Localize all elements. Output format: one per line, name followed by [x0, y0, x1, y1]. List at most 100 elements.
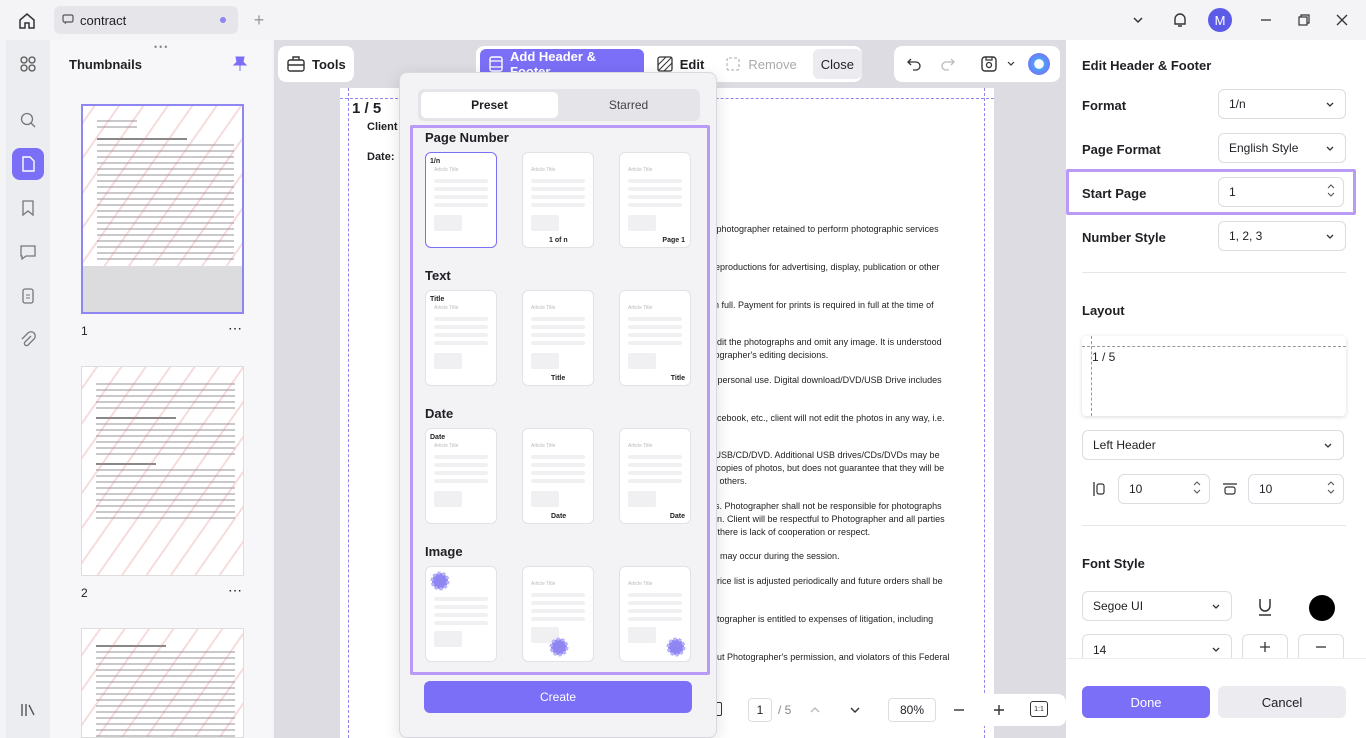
doc-text-line: edit the photographs and omit any image.…: [712, 337, 942, 347]
doc-text-line: on. Client will be respectful to Photogr…: [712, 514, 945, 524]
font-size-dropdown[interactable]: 14: [1082, 634, 1232, 658]
stepper-arrows-icon[interactable]: [1327, 183, 1335, 198]
doc-text-line: acebook, etc., client will not edit the …: [712, 413, 945, 423]
actions-toolbar: [894, 46, 1060, 82]
thumbnails-panel: ••• Thumbnails 1 ⋯ 2 ⋯: [50, 40, 272, 738]
doc-text-line: r personal use. Digital download/DVD/USB…: [712, 375, 942, 385]
apps-grid-icon[interactable]: [12, 48, 44, 80]
previous-page-icon[interactable]: [808, 703, 822, 717]
doc-text-line: reproductions for advertising, display, …: [712, 262, 940, 272]
avatar[interactable]: M: [1208, 8, 1232, 32]
preset-card-1-of-n[interactable]: Article Title 1 of n: [522, 152, 594, 248]
page-thumbnail[interactable]: [81, 366, 244, 576]
more-options-icon[interactable]: ⋯: [228, 582, 243, 599]
chevron-down-icon: [1212, 647, 1220, 652]
doc-text-line: in full. Payment for prints is required …: [712, 300, 934, 310]
create-button[interactable]: Create: [424, 681, 692, 713]
cancel-button[interactable]: Cancel: [1218, 686, 1346, 718]
current-page-input[interactable]: 1: [748, 698, 772, 722]
chevron-down-icon[interactable]: [1130, 12, 1146, 28]
more-options-icon[interactable]: ⋯: [228, 320, 243, 337]
zoom-level-input[interactable]: 80%: [888, 698, 936, 722]
next-page-icon[interactable]: [848, 703, 862, 717]
bookmark-icon[interactable]: [12, 192, 44, 224]
toolbox-icon: [286, 55, 306, 73]
preset-card-image-right[interactable]: Article Title: [619, 566, 691, 662]
preset-card-title-left[interactable]: Title Article Title: [425, 290, 497, 386]
tools-button[interactable]: Tools: [278, 49, 354, 79]
minimize-icon[interactable]: [1258, 12, 1274, 28]
panel-drag-handle[interactable]: •••: [154, 42, 169, 52]
top-margin-icon: [1222, 482, 1238, 496]
divider: [1082, 272, 1346, 273]
home-icon[interactable]: [16, 10, 38, 32]
layout-margin-guide: [1091, 336, 1092, 416]
stepper-arrows-icon[interactable]: [1193, 480, 1201, 495]
actual-size-icon[interactable]: 1:1: [1030, 701, 1048, 717]
tab-preset[interactable]: Preset: [421, 92, 558, 118]
remove-button[interactable]: Remove: [716, 49, 804, 79]
close-window-icon[interactable]: [1334, 12, 1350, 28]
chevron-down-icon: [1212, 604, 1220, 609]
preset-card-date-left[interactable]: Date Article Title: [425, 428, 497, 524]
chevron-down-icon: [1326, 102, 1334, 107]
top-margin-stepper[interactable]: 10: [1248, 474, 1344, 504]
stepper-arrows-icon[interactable]: [1327, 480, 1335, 495]
zoom-out-icon[interactable]: [952, 703, 966, 717]
preset-card-date-center[interactable]: Article Title Date: [522, 428, 594, 524]
number-style-dropdown[interactable]: 1, 2, 3: [1218, 221, 1346, 251]
format-label: Format: [1082, 98, 1127, 113]
library-icon[interactable]: [12, 694, 44, 726]
page-thumbnail[interactable]: [81, 104, 244, 314]
right-margin-guide: [984, 88, 985, 738]
position-dropdown[interactable]: Left Header: [1082, 430, 1344, 460]
preset-card-image-left[interactable]: [425, 566, 497, 662]
format-dropdown[interactable]: 1/n: [1218, 89, 1346, 119]
chevron-down-icon: [1326, 234, 1334, 239]
pages-thumbnail-icon[interactable]: [12, 148, 44, 180]
left-margin-stepper[interactable]: 10: [1118, 474, 1210, 504]
start-page-stepper[interactable]: 1: [1218, 177, 1344, 207]
undo-icon[interactable]: [906, 56, 922, 72]
client-label: Client: [367, 121, 398, 133]
save-options-chevron-icon[interactable]: [1006, 59, 1016, 69]
page-thumbnail[interactable]: [81, 628, 244, 738]
search-icon[interactable]: [12, 104, 44, 136]
comments-icon[interactable]: [12, 236, 44, 268]
increase-font-size-button[interactable]: [1242, 634, 1288, 658]
underline-icon[interactable]: [1256, 597, 1274, 617]
number-style-label: Number Style: [1082, 230, 1166, 245]
preset-card-date-right[interactable]: Article Title Date: [619, 428, 691, 524]
redo-icon[interactable]: [940, 56, 956, 72]
preset-card-1n[interactable]: 1/n Article Title: [425, 152, 497, 248]
save-icon[interactable]: [980, 55, 998, 73]
zoom-in-icon[interactable]: [992, 703, 1006, 717]
preset-card-image-center[interactable]: Article Title: [522, 566, 594, 662]
preset-card-title-center[interactable]: Article Title Title: [522, 290, 594, 386]
doc-text-line: otographer is entitled to expenses of li…: [712, 614, 934, 624]
doc-text-line: may occur during the session.: [720, 551, 840, 561]
preset-card-title-right[interactable]: Article Title Title: [619, 290, 691, 386]
section-title-image: Image: [425, 544, 463, 559]
decrease-font-size-button[interactable]: [1298, 634, 1344, 658]
header-footer-preset-popover: Preset Starred Page Number 1/n Article T…: [399, 72, 717, 738]
pin-icon[interactable]: [232, 55, 248, 73]
document-tab-title: contract: [80, 12, 127, 28]
paperclip-icon[interactable]: [12, 324, 44, 356]
preset-card-page-1[interactable]: Article Title Page 1: [619, 152, 691, 248]
document-tab-icon: [62, 13, 74, 25]
restore-icon[interactable]: [1296, 12, 1312, 28]
document-tab[interactable]: contract: [54, 6, 238, 34]
page-format-dropdown[interactable]: English Style: [1218, 133, 1346, 163]
doc-text-line: rs. Photographer shall not be responsibl…: [712, 501, 942, 511]
header-page-number[interactable]: 1 / 5: [352, 100, 381, 117]
notification-bell-icon[interactable]: [1170, 10, 1190, 30]
ai-assistant-icon[interactable]: [1028, 53, 1050, 75]
done-button[interactable]: Done: [1082, 686, 1210, 718]
font-family-dropdown[interactable]: Segoe UI: [1082, 591, 1232, 621]
attachment-file-icon[interactable]: [12, 280, 44, 312]
font-color-swatch[interactable]: [1309, 595, 1335, 621]
close-button[interactable]: Close: [812, 49, 862, 79]
tab-starred[interactable]: Starred: [560, 92, 697, 118]
new-tab-icon[interactable]: +: [250, 10, 268, 30]
